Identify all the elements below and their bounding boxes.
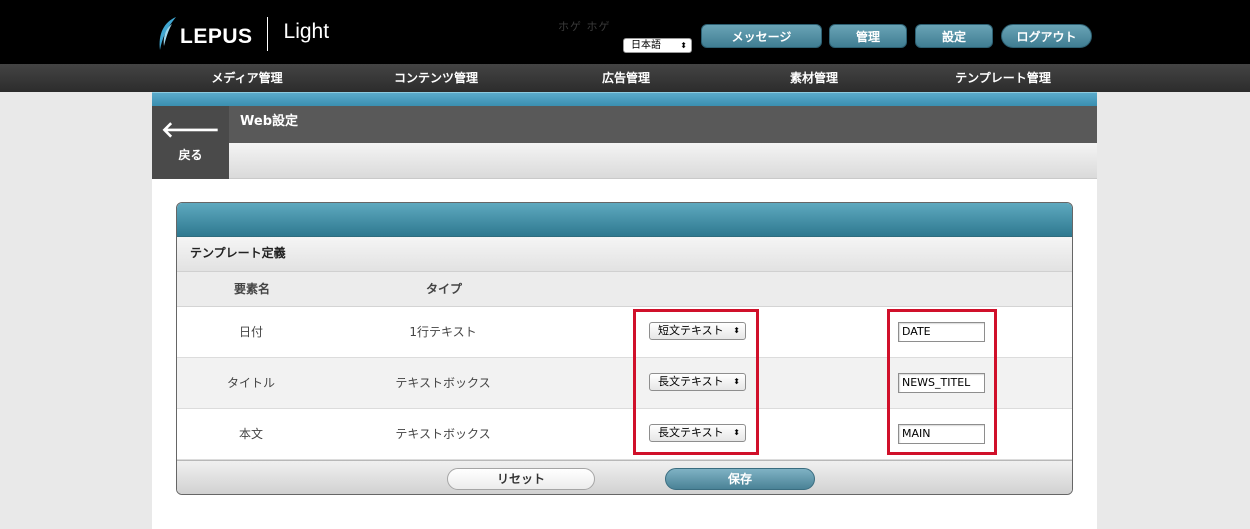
accent-strip xyxy=(152,92,1097,106)
logo-divider xyxy=(266,17,268,51)
nav-ads[interactable]: 広告管理 xyxy=(576,64,676,92)
top-header: LEPUS Light ホゲ ホゲ 日本語 ⬍ メッセージ 管理 設定 ログアウ… xyxy=(0,0,1250,64)
logo-edition: Light xyxy=(283,20,330,43)
back-button[interactable]: 🡐 戻る xyxy=(152,106,229,179)
admin-button[interactable]: 管理 xyxy=(829,24,907,48)
save-button[interactable]: 保存 xyxy=(665,468,815,490)
highlight-select-column xyxy=(633,309,759,455)
user-name: ホゲ ホゲ xyxy=(558,20,611,33)
highlight-input-column xyxy=(887,309,997,455)
table-header: 要素名 タイプ xyxy=(177,272,1072,307)
column-element-name: 要素名 xyxy=(234,282,271,296)
sub-toolbar xyxy=(229,143,1097,179)
panel-footer: リセット 保存 xyxy=(177,460,1072,494)
row-type: テキストボックス xyxy=(395,427,491,441)
reset-button[interactable]: リセット xyxy=(447,468,595,490)
page-title: Web設定 xyxy=(229,106,1097,143)
row-element-name: タイトル xyxy=(226,376,275,390)
message-button[interactable]: メッセージ xyxy=(701,24,822,48)
logout-button[interactable]: ログアウト xyxy=(1001,24,1092,48)
column-type: タイプ xyxy=(426,282,463,296)
lepus-logo-icon xyxy=(159,17,176,50)
row-type: テキストボックス xyxy=(395,376,491,390)
back-label: 戻る xyxy=(178,148,203,162)
section-title: テンプレート定義 xyxy=(177,237,1072,272)
row-element-name: 日付 xyxy=(238,325,263,339)
language-select[interactable]: 日本語 ⬍ xyxy=(623,38,692,53)
settings-button[interactable]: 設定 xyxy=(915,24,993,48)
nav-contents[interactable]: コンテンツ管理 xyxy=(376,64,496,92)
select-arrows-icon: ⬍ xyxy=(680,41,687,50)
panel-header xyxy=(177,203,1072,237)
language-select-value: 日本語 xyxy=(631,40,661,51)
nav-templates[interactable]: テンプレート管理 xyxy=(938,64,1068,92)
lepus-logo: LEPUS Light xyxy=(156,14,329,54)
row-element-name: 本文 xyxy=(238,427,263,441)
nav-materials[interactable]: 素材管理 xyxy=(766,64,862,92)
nav-media[interactable]: メディア管理 xyxy=(188,64,306,92)
row-type: 1行テキスト xyxy=(409,325,477,339)
main-nav: メディア管理 コンテンツ管理 広告管理 素材管理 テンプレート管理 xyxy=(0,64,1250,92)
arrow-left-icon: 🡐 xyxy=(161,118,220,143)
logo-text: LEPUS xyxy=(180,25,253,48)
